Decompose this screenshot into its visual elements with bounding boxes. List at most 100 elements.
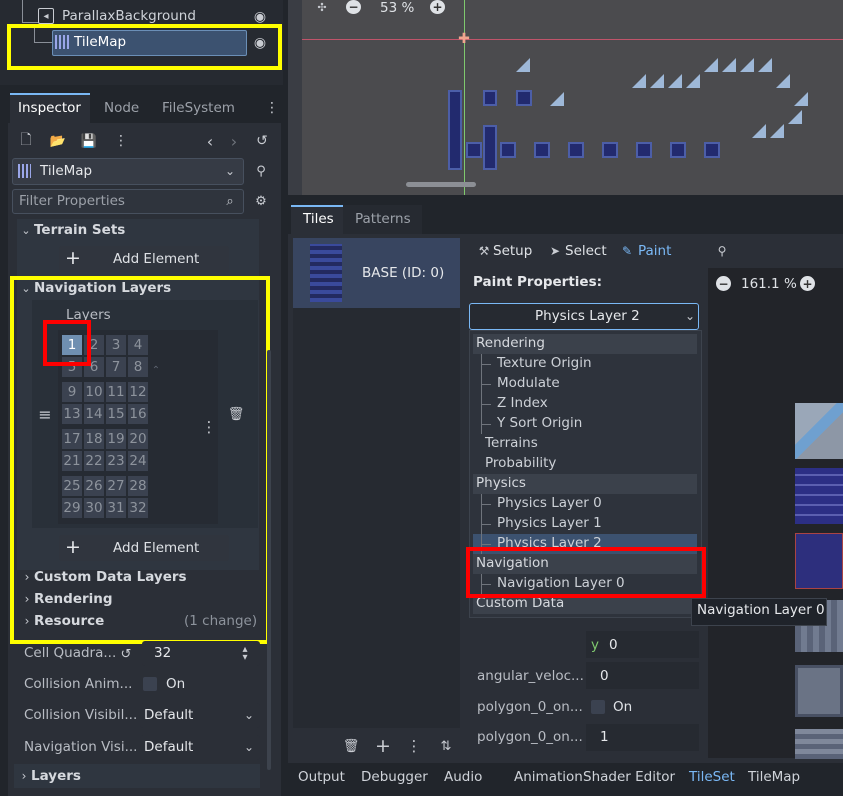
spinner-icon[interactable]: ▴ ▾ (239, 645, 251, 663)
zoom-in-icon[interactable]: + (800, 276, 815, 291)
more-vertical-icon[interactable]: ⋮ (407, 737, 422, 755)
chevron-down-icon[interactable]: ⌄ (21, 222, 31, 238)
inspect-tree-icon[interactable]: ⚲ (252, 161, 270, 181)
map-slope-tile (632, 74, 646, 88)
dropdown-option[interactable]: Y Sort Origin (473, 414, 697, 434)
collision-visibility-value: Default (144, 707, 194, 723)
dropdown-option-label: Rendering (476, 335, 545, 351)
map-slope-tile (516, 58, 530, 72)
zoom-out-icon[interactable]: − (346, 0, 361, 14)
picker-icon[interactable]: ⚲ (715, 242, 729, 260)
revert-icon[interactable]: ↺ (118, 645, 134, 663)
bottom-tab-tileset[interactable]: TileSet (689, 769, 735, 785)
dropdown-option[interactable]: Terrains (473, 434, 697, 454)
new-resource-icon[interactable]: 🗋 (18, 132, 34, 150)
viewport-zoom-level[interactable]: 53 % (380, 0, 414, 16)
map-tile (534, 142, 550, 158)
layers-section-label[interactable]: Layers (31, 768, 81, 784)
open-folder-icon[interactable]: 📂 (49, 132, 67, 150)
trash-icon[interactable]: 🗑 (343, 737, 360, 755)
viewport-2d[interactable]: ✚ (288, 0, 843, 195)
map-slope-tile (686, 74, 700, 88)
bottom-tab-output[interactable]: Output (298, 769, 345, 785)
plus-icon[interactable]: + (374, 735, 392, 757)
chevron-right-icon[interactable]: › (19, 768, 29, 784)
origin-axis-horizontal (302, 39, 843, 40)
dropdown-section-header: Physics (473, 474, 697, 494)
bottom-tab-tilemap[interactable]: TileMap (748, 769, 800, 785)
history-back-icon[interactable]: ‹ (203, 132, 217, 151)
bottom-tab-animation[interactable]: Animation (514, 769, 583, 785)
visibility-eye-icon[interactable]: ◉ (252, 9, 268, 25)
tab-inspector-label: Inspector (18, 100, 81, 116)
tooltip-text: Navigation Layer 0 (697, 602, 825, 618)
save-icon[interactable]: 💾 (81, 132, 97, 150)
dropdown-option[interactable]: Probability (473, 454, 697, 474)
tree-guide-line (481, 364, 491, 365)
dropdown-option[interactable]: Modulate (473, 374, 697, 394)
inspector-scrollbar[interactable] (267, 350, 271, 770)
collision-visibility-label: Collision Visibil... (24, 707, 138, 723)
history-icon[interactable]: ↺ (254, 132, 270, 150)
tree-guide-line (22, 22, 38, 23)
bottom-tab-shader-editor[interactable]: Shader Editor (583, 769, 675, 785)
tree-guide-line (481, 504, 491, 505)
y-value[interactable]: 0 (609, 637, 618, 653)
plus-icon: + (65, 247, 81, 269)
chevron-down-icon: ⌄ (243, 708, 255, 722)
tree-guide-line (22, 0, 23, 22)
map-tile (500, 142, 516, 158)
polygon-one-way-label: polygon_0_on... (477, 699, 583, 715)
chevron-down-icon: ⌄ (224, 164, 236, 178)
bottom-tab-debugger[interactable]: Debugger (361, 769, 428, 785)
tab-node[interactable]: Node (104, 100, 139, 116)
polygon-margin-label: polygon_0_on... (477, 729, 583, 745)
dropdown-option-label: Physics Layer 1 (497, 515, 602, 531)
map-tile (466, 142, 482, 158)
mode-paint[interactable]: Paint (638, 243, 671, 259)
atlas-tile (795, 665, 843, 717)
map-tile (483, 125, 497, 170)
source-thumbnail (310, 244, 342, 302)
dropdown-option-label: Terrains (485, 435, 538, 451)
tools-icon[interactable]: ⚙ (253, 192, 269, 210)
dropdown-option[interactable]: Physics Layer 0 (473, 494, 697, 514)
collision-anim-checkbox[interactable] (143, 677, 157, 691)
polygon-margin-value: 1 (600, 729, 609, 745)
more-vertical-icon[interactable]: ⋮ (265, 99, 279, 117)
red-highlight-navigation (466, 547, 706, 598)
origin-axis-vertical (464, 0, 465, 195)
zoom-in-icon[interactable]: + (430, 0, 445, 14)
sort-icon[interactable]: ⇅ (438, 737, 454, 755)
map-tile (483, 90, 497, 106)
mode-select[interactable]: Select (565, 243, 607, 259)
history-forward-icon[interactable]: › (227, 132, 241, 151)
zoom-reset-icon[interactable]: ✣ (314, 0, 330, 14)
viewport-hscrollbar[interactable] (406, 182, 476, 187)
navigation-visibility-label: Navigation Visi... (24, 739, 138, 755)
dropdown-option[interactable]: Z Index (473, 394, 697, 414)
angular-velocity-label: angular_veloc... (477, 668, 584, 684)
paint-properties-label: Paint Properties: (473, 274, 603, 290)
mode-setup[interactable]: Setup (493, 243, 532, 259)
y-property-row (586, 631, 699, 658)
tree-guide-line (481, 424, 491, 425)
polygon-one-way-checkbox[interactable] (591, 700, 605, 714)
y-label: y (591, 637, 599, 653)
bottom-tab-audio[interactable]: Audio (444, 769, 482, 785)
dropdown-option-label: Z Index (497, 395, 548, 411)
tab-filesystem[interactable]: FileSystem (162, 100, 235, 116)
zoom-out-icon[interactable]: − (716, 276, 731, 291)
map-slope-tile (794, 92, 808, 106)
terrain-sets-label[interactable]: Terrain Sets (34, 222, 125, 238)
tree-item-parallax-background[interactable]: ParallaxBackground (62, 8, 196, 24)
atlas-zoom-level[interactable]: 161.1 % (741, 276, 797, 292)
map-slope-tile (740, 58, 754, 72)
map-tile (602, 142, 618, 158)
sources-list (293, 238, 460, 728)
dropdown-option[interactable]: Texture Origin (473, 354, 697, 374)
map-slope-tile (704, 58, 718, 72)
setup-tools-icon: ⚒ (478, 244, 490, 258)
dropdown-option[interactable]: Physics Layer 1 (473, 514, 697, 534)
more-vertical-icon[interactable]: ⋮ (114, 132, 128, 150)
